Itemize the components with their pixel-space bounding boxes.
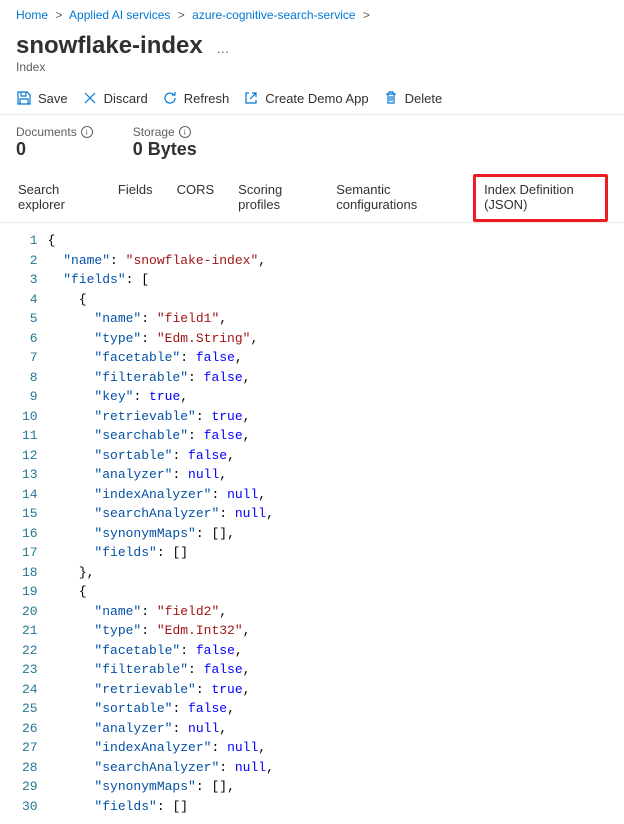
line-gutter: 1234567891011121314151617181920212223242… (16, 231, 48, 816)
create-demo-button[interactable]: Create Demo App (243, 90, 368, 106)
chevron-right-icon: > (55, 8, 62, 22)
tab-search-explorer[interactable]: Search explorer (16, 174, 96, 222)
stats-row: Documents i 0 Storage i 0 Bytes (0, 115, 624, 170)
tab-fields[interactable]: Fields (116, 174, 155, 222)
documents-value: 0 (16, 139, 93, 160)
delete-icon (383, 90, 399, 106)
breadcrumb-home[interactable]: Home (16, 8, 48, 22)
more-icon[interactable]: … (216, 41, 229, 56)
save-icon (16, 90, 32, 106)
page-subtitle: Index (16, 60, 608, 74)
page-header: snowflake-index … Index (0, 30, 624, 82)
discard-icon (82, 90, 98, 106)
discard-button[interactable]: Discard (82, 90, 148, 106)
delete-button[interactable]: Delete (383, 90, 443, 106)
tab-index-definition-json[interactable]: Index Definition (JSON) (473, 174, 608, 222)
breadcrumb: Home > Applied AI services > azure-cogni… (0, 0, 624, 30)
refresh-icon (162, 90, 178, 106)
save-button[interactable]: Save (16, 90, 68, 106)
tab-scoring[interactable]: Scoring profiles (236, 174, 314, 222)
breadcrumb-service[interactable]: azure-cognitive-search-service (192, 8, 355, 22)
chevron-right-icon: > (178, 8, 185, 22)
breadcrumb-applied-ai[interactable]: Applied AI services (69, 8, 170, 22)
stat-documents: Documents i 0 (16, 125, 93, 160)
page-title: snowflake-index (16, 32, 203, 60)
chevron-right-icon: > (363, 8, 370, 22)
refresh-button[interactable]: Refresh (162, 90, 230, 106)
info-icon[interactable]: i (81, 126, 93, 138)
tab-semantic[interactable]: Semantic configurations (334, 174, 453, 222)
code-content[interactable]: { "name": "snowflake-index", "fields": [… (48, 231, 608, 816)
code-editor[interactable]: 1234567891011121314151617181920212223242… (16, 231, 608, 816)
stat-storage: Storage i 0 Bytes (133, 125, 197, 160)
tab-cors[interactable]: CORS (175, 174, 217, 222)
external-link-icon (243, 90, 259, 106)
info-icon[interactable]: i (179, 126, 191, 138)
storage-value: 0 Bytes (133, 139, 197, 160)
tabs: Search explorer Fields CORS Scoring prof… (0, 170, 624, 223)
toolbar: Save Discard Refresh Create Demo App Del… (0, 82, 624, 115)
